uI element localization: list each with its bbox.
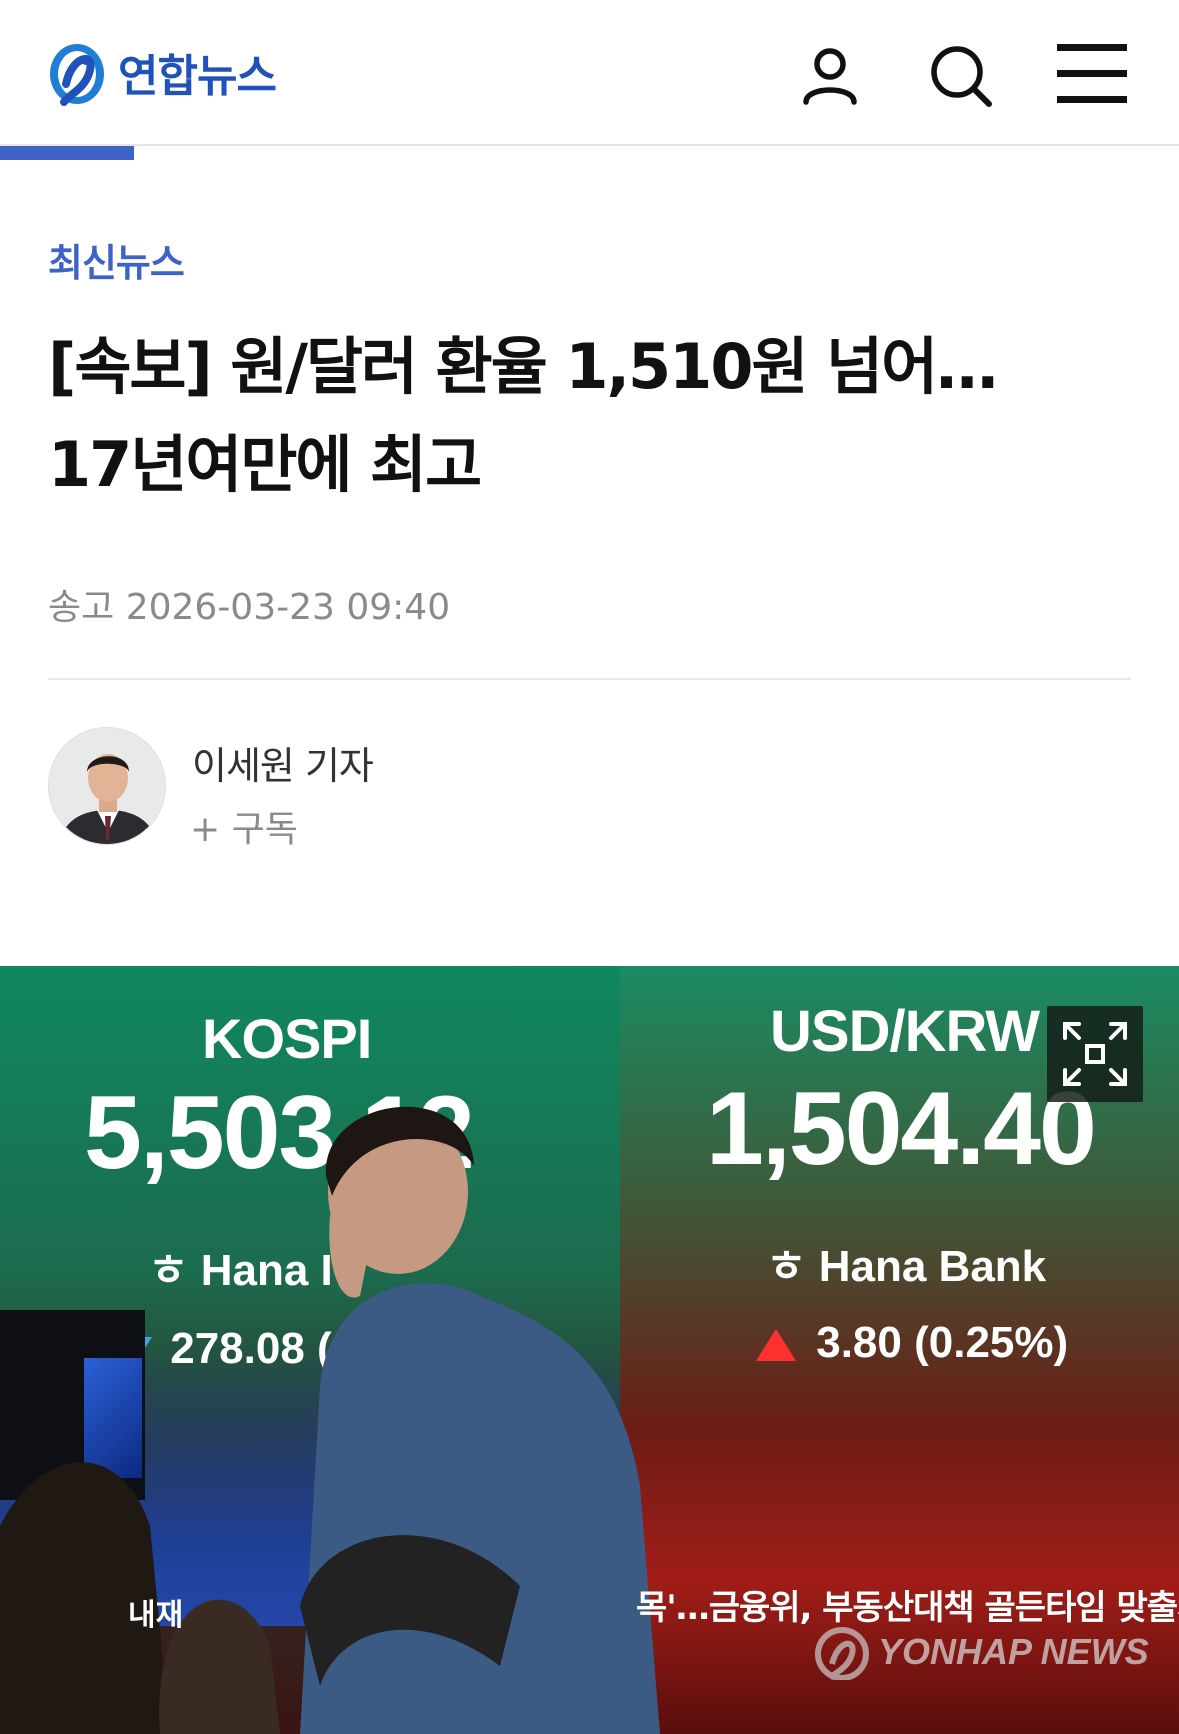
divider bbox=[48, 678, 1131, 680]
category-label[interactable]: 최신뉴스 bbox=[48, 232, 185, 287]
reading-progress-bar bbox=[0, 146, 134, 160]
subscribe-button[interactable]: + 구독 bbox=[190, 800, 298, 852]
user-icon[interactable] bbox=[794, 40, 866, 112]
logo-text: 연합뉴스 bbox=[118, 51, 277, 102]
headline-line-1: [속보] 원/달러 환율 1,510원 넘어… bbox=[48, 330, 998, 403]
expand-icon bbox=[1063, 1022, 1127, 1086]
sent-datetime: 송고 2026-03-23 09:40 bbox=[48, 578, 450, 630]
reporter-avatar[interactable] bbox=[48, 727, 166, 845]
article-headline: [속보] 원/달러 환율 1,510원 넘어… 17년여만에 최고 bbox=[48, 318, 1148, 514]
top-header: 연합뉴스 bbox=[0, 0, 1179, 146]
yonhap-watermark-icon bbox=[815, 1627, 869, 1680]
reporter-name[interactable]: 이세원 기자 bbox=[192, 735, 374, 790]
watermark-text: YONHAP NEWS bbox=[878, 1631, 1149, 1672]
expand-photo-button[interactable] bbox=[1047, 1006, 1143, 1102]
ticker-news-left: 내재 bbox=[128, 1598, 184, 1633]
yonhap-watermark: YONHAP NEWS bbox=[814, 1624, 1149, 1680]
headline-line-2: 17년여만에 최고 bbox=[48, 428, 482, 501]
sent-datetime-value: 2026-03-23 09:40 bbox=[125, 587, 451, 628]
reporter-photo bbox=[49, 728, 165, 844]
sent-label: 송고 bbox=[48, 587, 115, 628]
article-photo[interactable]: KOSPI 5,503.12 ㅎ Hana I 278.08 (4 USD/KR… bbox=[0, 966, 1179, 1734]
yonhap-logo-icon bbox=[50, 44, 104, 106]
ticker-news-right: 목'…금융위, 부동산대책 골든타임 맞출까 bbox=[636, 1588, 1179, 1628]
menu-icon[interactable] bbox=[1055, 40, 1127, 112]
yonhap-logo[interactable]: 연합뉴스 bbox=[46, 36, 277, 108]
search-icon[interactable] bbox=[925, 40, 997, 112]
